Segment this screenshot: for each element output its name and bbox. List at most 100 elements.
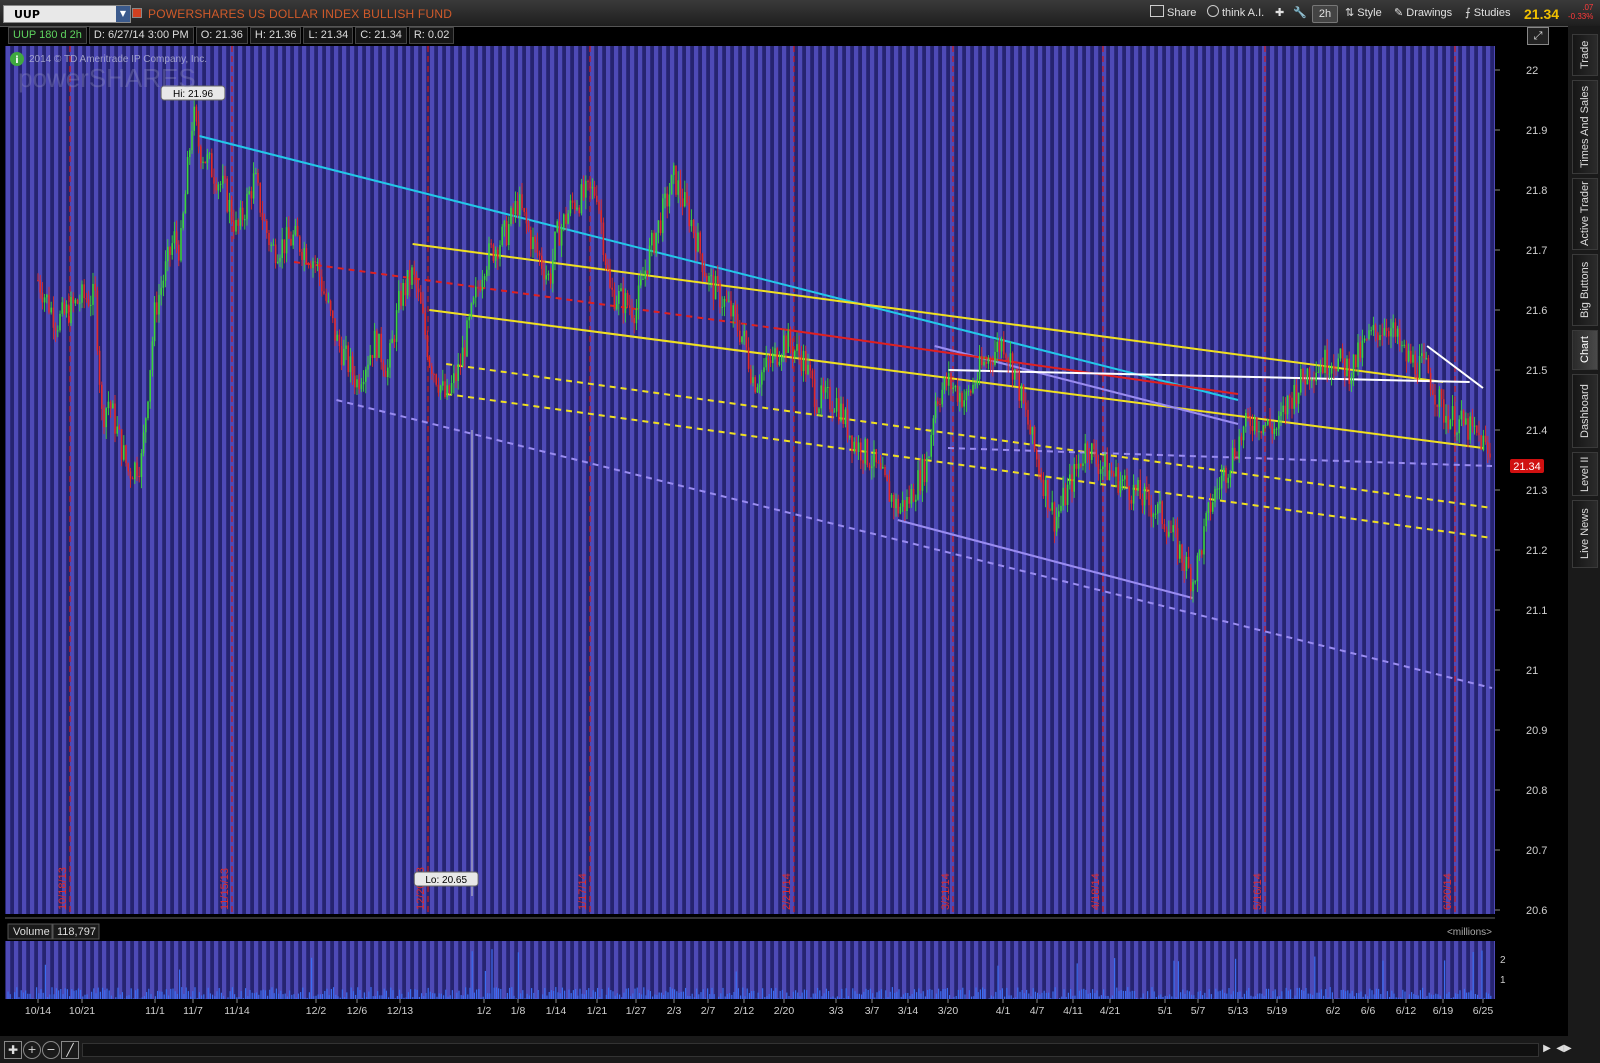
zoom-in-icon[interactable]: +: [23, 1041, 41, 1059]
candle-body: [1121, 479, 1124, 482]
x-tick-label: 2/3: [667, 1005, 682, 1017]
candle-body: [912, 488, 915, 502]
candle-body: [1185, 556, 1188, 571]
side-tab-dashboard[interactable]: Dashboard: [1572, 374, 1598, 448]
candle-body: [923, 458, 926, 483]
candle-body: [989, 358, 992, 363]
symbol-input[interactable]: [14, 6, 114, 22]
candle-body: [279, 258, 281, 262]
candle-body: [96, 290, 99, 351]
side-tab-times-and-sales[interactable]: Times And Sales: [1572, 80, 1598, 174]
candle-body: [120, 429, 123, 460]
candle-body: [1027, 409, 1029, 425]
side-tab-live-news[interactable]: Live News: [1572, 500, 1598, 568]
candle-body: [1080, 463, 1082, 466]
candle-body: [585, 181, 587, 198]
think-ai-button[interactable]: think A.I.: [1207, 5, 1264, 21]
side-tab-big-buttons[interactable]: Big Buttons: [1572, 254, 1598, 326]
candle-body: [1293, 385, 1295, 409]
wrench-icon[interactable]: 🔧: [1293, 5, 1307, 21]
timeframe-button[interactable]: 2h: [1312, 5, 1338, 23]
candle-body: [1141, 498, 1144, 506]
candle-body: [842, 403, 844, 425]
x-tick-label: 6/12: [1396, 1005, 1417, 1017]
candle-body: [721, 306, 723, 308]
candle-body: [1480, 435, 1482, 451]
crosshair-icon[interactable]: ✚: [1275, 5, 1284, 21]
candle-body: [796, 344, 798, 351]
candle-body: [409, 270, 411, 285]
candle-body: [1102, 466, 1104, 470]
candle-body: [127, 463, 129, 472]
candle-body: [523, 208, 525, 212]
candle-body: [1379, 335, 1381, 341]
drawings-button[interactable]: ✎ Drawings: [1394, 5, 1452, 21]
candle-body: [246, 193, 248, 220]
candle-body: [65, 304, 68, 314]
candle-body: [811, 370, 814, 379]
candle-body: [1414, 354, 1416, 375]
zoom-out-icon[interactable]: −: [42, 1041, 60, 1059]
candle-body: [433, 373, 435, 375]
candle-body: [415, 274, 418, 289]
line-draw-icon[interactable]: ╱: [61, 1041, 79, 1059]
bar-range: R: 0.02: [408, 27, 455, 44]
candle-body: [382, 362, 385, 371]
candle-body: [118, 426, 121, 430]
candle-body: [521, 194, 523, 209]
symbol-dropdown-icon[interactable]: ▼: [116, 6, 130, 22]
candle-body: [1392, 322, 1394, 329]
candle-body: [156, 302, 158, 315]
y-tick-label: 21.7: [1526, 245, 1547, 257]
candle-body: [426, 334, 429, 358]
candle-body: [791, 346, 794, 358]
scrollbar-track[interactable]: [82, 1043, 1539, 1057]
candle-body: [1014, 369, 1016, 380]
side-tab-chart[interactable]: Chart: [1572, 330, 1598, 370]
side-tab-level-ii[interactable]: Level II: [1572, 452, 1598, 496]
candle-body: [1077, 463, 1080, 469]
candle-body: [998, 341, 1001, 352]
candle-body: [351, 356, 354, 376]
price-chart[interactable]: 10/18/13 11/15/13 12/20/13 1/17/14 2/21/14 3/…: [0, 44, 1568, 1036]
candle-body: [1093, 443, 1095, 450]
add-chart-icon[interactable]: ✚: [4, 1041, 22, 1059]
candle-body: [816, 407, 818, 414]
candle-body: [1117, 467, 1119, 493]
x-tick-label: 6/6: [1361, 1005, 1376, 1017]
candle-body: [822, 385, 825, 393]
candle-body: [868, 464, 871, 469]
chart-spec[interactable]: UUP 180 d 2h: [8, 27, 87, 44]
expand-horizontal-icon[interactable]: ◀▶: [1556, 1041, 1572, 1057]
candle-body: [1053, 502, 1056, 532]
candle-body: [807, 364, 809, 375]
y-tick-label: 21.6: [1526, 305, 1547, 317]
link-color-icon[interactable]: [132, 8, 142, 18]
symbol-selector[interactable]: ▼: [3, 5, 131, 23]
chart-area[interactable]: 10/18/13 11/15/13 12/20/13 1/17/14 2/21/14 3/…: [0, 27, 1600, 1063]
expand-chart-icon[interactable]: ⤢: [1527, 27, 1549, 45]
side-tab-trade[interactable]: Trade: [1572, 34, 1598, 76]
candle-body: [670, 174, 673, 195]
candle-body: [367, 364, 369, 370]
share-button[interactable]: Share: [1150, 5, 1196, 21]
y-tick-label: 22: [1526, 65, 1538, 77]
style-button[interactable]: ⇅ Style: [1345, 5, 1382, 21]
candle-body: [679, 180, 682, 199]
candle-body: [1432, 390, 1434, 395]
side-tab-active-trader[interactable]: Active Trader: [1572, 178, 1598, 250]
studies-button[interactable]: ⨍ Studies: [1465, 5, 1511, 21]
candle-body: [897, 498, 899, 514]
candle-body: [1229, 470, 1232, 478]
candle-body: [1018, 371, 1020, 401]
scroll-right-icon[interactable]: ▶: [1540, 1041, 1554, 1057]
candle-body: [833, 411, 836, 413]
candle-body: [98, 350, 101, 385]
candle-body: [950, 373, 952, 390]
candle-body: [1350, 377, 1353, 384]
candle-body: [145, 418, 147, 433]
candle-body: [162, 280, 165, 288]
candle-body: [937, 401, 939, 405]
candle-body: [140, 453, 143, 478]
candle-body: [1207, 502, 1210, 514]
